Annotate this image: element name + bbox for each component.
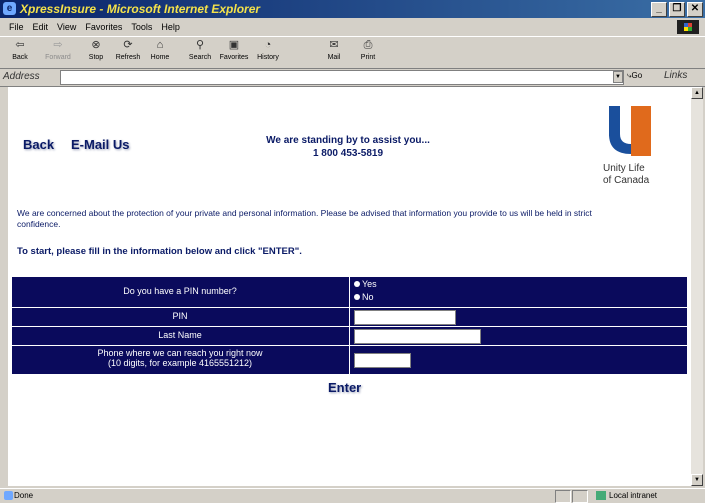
home-button[interactable]: ⌂ Home [144, 38, 176, 61]
page-done-icon [4, 491, 13, 500]
refresh-button[interactable]: ⟳ Refresh [112, 38, 144, 61]
forward-button[interactable]: ⇨ Forward [42, 38, 74, 61]
windows-logo-icon [677, 20, 699, 34]
favorites-button[interactable]: ▣ Favorites [218, 38, 250, 61]
enter-button[interactable]: Enter [328, 380, 361, 395]
login-form: Do you have a PIN number? Yes No PIN Las… [11, 276, 688, 375]
back-button[interactable]: ⇦ Back [4, 38, 36, 61]
refresh-icon: ⟳ [123, 39, 133, 51]
links-button[interactable]: Links [664, 70, 687, 81]
mail-button[interactable]: ✉ Mail [318, 38, 350, 61]
menu-edit[interactable]: Edit [33, 22, 49, 32]
mail-icon: ✉ [329, 39, 339, 51]
address-bar: Address ▼ ⤷Go Links [0, 68, 705, 149]
vertical-scrollbar[interactable]: ▲ ▼ [691, 87, 703, 486]
favorites-icon: ▣ [228, 39, 240, 51]
privacy-notice: We are concerned about the protection of… [17, 208, 592, 229]
menu-bar: File Edit View Favorites Tools Help [0, 19, 705, 35]
last-name-label: Last Name [158, 330, 202, 340]
address-label: Address [3, 71, 40, 82]
radio-no[interactable]: No [354, 292, 374, 302]
radio-icon [354, 281, 360, 287]
scroll-up-arrow-icon[interactable]: ▲ [691, 87, 703, 99]
standby-text: We are standing by to assist you... [266, 135, 430, 146]
maximize-button[interactable]: ❐ [669, 2, 685, 17]
phone-input[interactable] [354, 353, 411, 368]
phone-number: 1 800 453-5819 [312, 148, 384, 159]
minimize-button[interactable]: _ [651, 2, 667, 17]
logo-wordmark: Unity Life of Canada [603, 163, 650, 186]
form-row-phone: Phone where we can reach you right now (… [11, 345, 688, 375]
menu-favorites[interactable]: Favorites [85, 22, 122, 32]
forward-arrow-icon: ⇨ [53, 39, 63, 51]
scroll-down-arrow-icon[interactable]: ▼ [691, 474, 703, 486]
back-arrow-icon: ⇦ [15, 39, 25, 51]
form-row-pin: PIN [11, 307, 688, 326]
address-input[interactable] [60, 70, 624, 85]
stop-button[interactable]: ⊗ Stop [80, 38, 112, 61]
print-button[interactable]: ⎙ Print [352, 38, 384, 61]
menu-help[interactable]: Help [161, 22, 180, 32]
home-icon: ⌂ [156, 39, 164, 51]
close-button[interactable]: ✕ [687, 2, 703, 17]
pin-label: PIN [172, 311, 188, 321]
pin-question-label: Do you have a PIN number? [123, 286, 237, 296]
radio-yes[interactable]: Yes [354, 279, 377, 289]
print-icon: ⎙ [363, 39, 373, 51]
toolbar: ⇦ Back ⇨ Forward ⊗ Stop ⟳ Refresh ⌂ Home ⚲ Sea… [0, 36, 705, 69]
security-zone: Local intranet [609, 491, 658, 500]
instruction-text: To start, please fill in the information… [17, 246, 302, 257]
history-icon: ◔ [264, 39, 272, 51]
unity-life-logo-icon [609, 106, 651, 156]
menu-file[interactable]: File [9, 22, 24, 32]
history-button[interactable]: ◔ History [252, 38, 284, 61]
ie-icon: e [3, 2, 16, 15]
email-us-link[interactable]: E-Mail Us [71, 137, 130, 152]
menu-view[interactable]: View [57, 22, 76, 32]
status-bar: Done Local intranet [0, 488, 705, 503]
pin-input[interactable] [354, 310, 456, 325]
page-viewport: Back E-Mail Us We are standing by to ass… [8, 87, 691, 486]
radio-icon [354, 294, 360, 300]
back-link[interactable]: Back [23, 137, 54, 152]
window-title: XpressInsure - Microsoft Internet Explor… [20, 2, 261, 16]
intranet-zone-icon [596, 491, 606, 500]
address-dropdown-button[interactable]: ▼ [613, 71, 623, 83]
last-name-input[interactable] [354, 329, 481, 344]
title-bar: e XpressInsure - Microsoft Internet Expl… [0, 0, 705, 18]
menu-tools[interactable]: Tools [131, 22, 152, 32]
stop-icon: ⊗ [91, 39, 101, 51]
go-button[interactable]: ⤷Go [627, 71, 642, 81]
form-row-last-name: Last Name [11, 326, 688, 345]
contact-banner: We are standing by to assist you... 1 80… [198, 134, 498, 160]
form-row-pin-question: Do you have a PIN number? Yes No [11, 276, 688, 307]
search-icon: ⚲ [195, 39, 205, 51]
phone-label: Phone where we can reach you right now (… [97, 348, 263, 368]
status-text: Done [14, 491, 34, 500]
search-button[interactable]: ⚲ Search [184, 38, 216, 61]
